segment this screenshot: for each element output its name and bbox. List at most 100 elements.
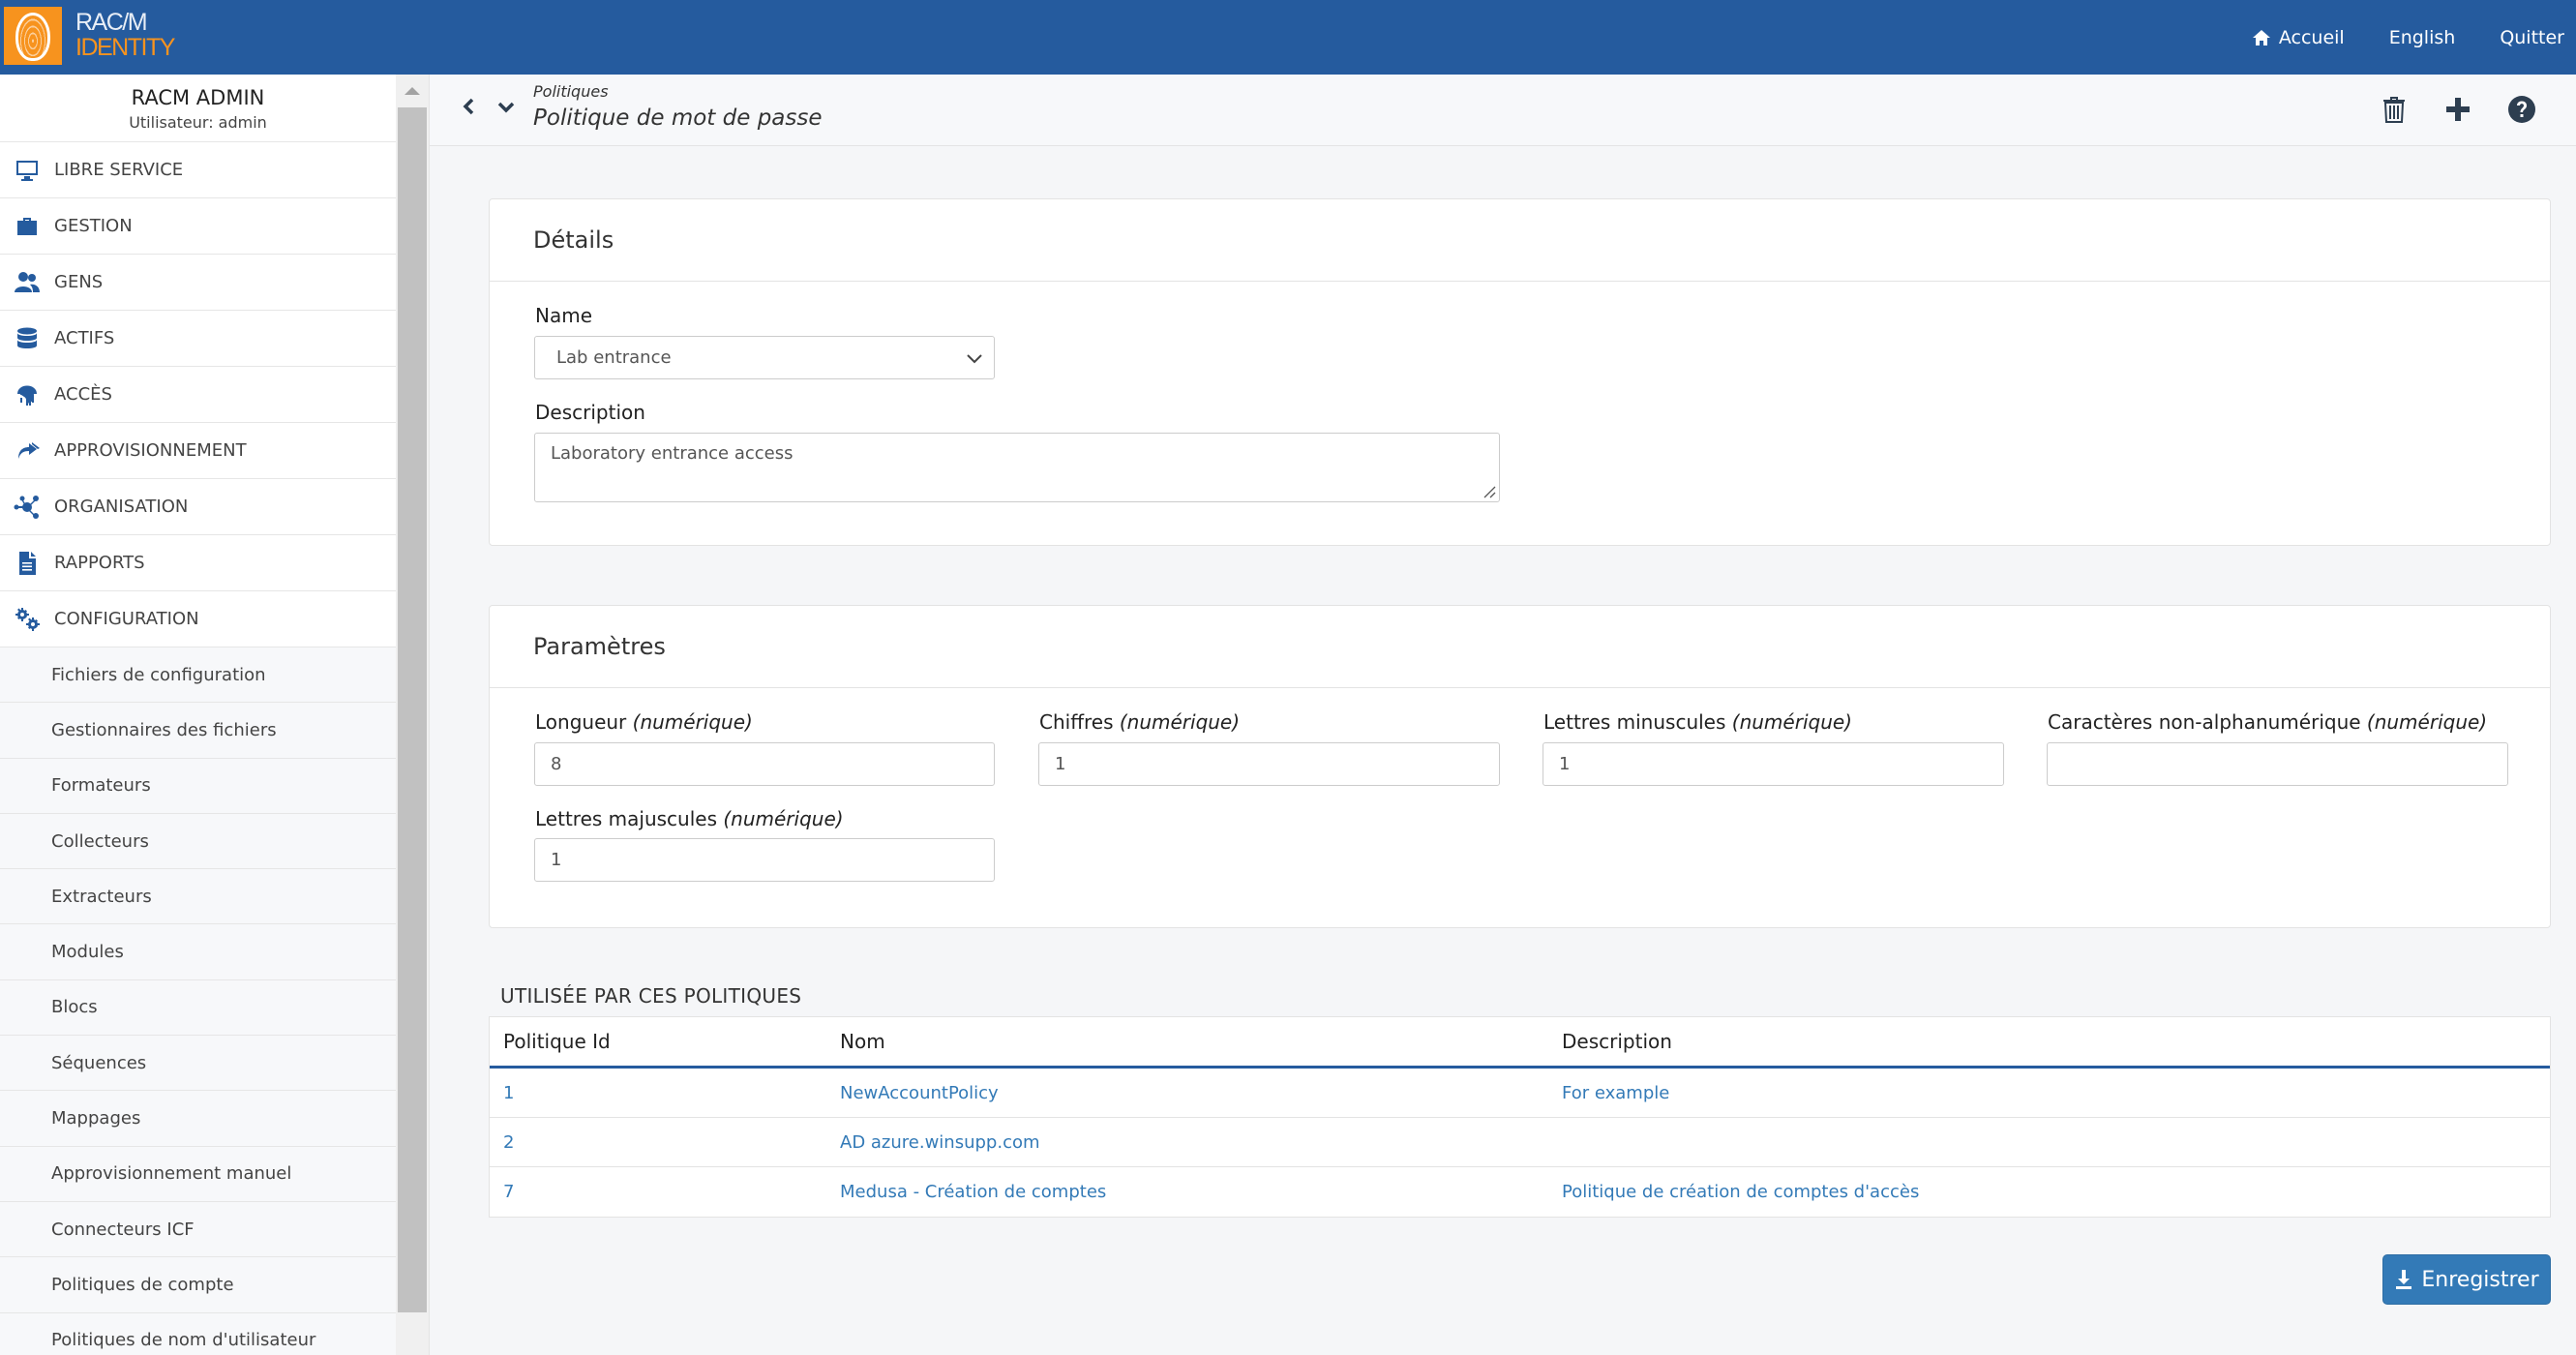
top-bar: RAC/M IDENTITY Accueil English Quitter <box>0 0 2576 75</box>
chevron-down-icon[interactable] <box>495 96 517 117</box>
triangle-up-icon <box>404 87 420 95</box>
sidebar-subitem[interactable]: Connecteurs ICF <box>0 1201 396 1258</box>
sidebar-item-libre-service[interactable]: LIBRE SERVICE <box>0 142 396 198</box>
digits-input[interactable]: 1 <box>1038 742 1500 786</box>
sidebar-subitem[interactable]: Collecteurs <box>0 813 396 870</box>
home-label: Accueil <box>2278 26 2345 48</box>
file-icon <box>0 550 54 577</box>
sidebar: RACM ADMIN Utilisateur: admin LIBRE SERV… <box>0 75 396 1355</box>
page-header: Politiques Politique de mot de passe <box>430 75 2576 146</box>
trash-icon[interactable] <box>2379 94 2410 125</box>
fingerprint-icon <box>0 381 54 408</box>
desktop-icon <box>0 157 54 184</box>
sidebar-item-label: ACCÈS <box>54 384 112 405</box>
policy-name-link[interactable]: NewAccountPolicy <box>840 1083 999 1103</box>
logo-line1: RAC/M <box>75 9 148 36</box>
sidebar-subitem[interactable]: Formateurs <box>0 758 396 814</box>
nonalnum-input[interactable] <box>2047 742 2508 786</box>
length-label: Longueur (numérique) <box>535 710 753 734</box>
sidebar-subitem[interactable]: Politiques de compte <box>0 1257 396 1313</box>
lowercase-input[interactable]: 1 <box>1543 742 2004 786</box>
sidebar-subitem[interactable]: Fichiers de configuration <box>0 647 396 704</box>
policy-id-link[interactable]: 7 <box>503 1182 514 1202</box>
sidebar-item-gestion[interactable]: GESTION <box>0 198 396 255</box>
digits-value: 1 <box>1055 754 1066 774</box>
table-row[interactable]: 7 Medusa - Création de comptes Politique… <box>490 1167 2550 1217</box>
policy-name-link[interactable]: Medusa - Création de comptes <box>840 1182 1106 1202</box>
column-header-description[interactable]: Description <box>1548 1030 2550 1053</box>
page-title: Politique de mot de passe <box>533 105 823 131</box>
policy-name-link[interactable]: AD azure.winsupp.com <box>840 1132 1040 1153</box>
cogs-icon <box>0 606 54 633</box>
sidebar-item-label: APPROVISIONNEMENT <box>54 440 247 461</box>
sidebar-item-gens[interactable]: GENS <box>0 255 396 311</box>
database-icon <box>0 325 54 352</box>
sidebar-subitem[interactable]: Mappages <box>0 1091 396 1147</box>
scroll-thumb[interactable] <box>398 107 427 1312</box>
nav-buttons <box>459 96 517 117</box>
policy-description-link[interactable]: For example <box>1562 1083 1669 1103</box>
language-link[interactable]: English <box>2389 27 2456 48</box>
used-by-table: Politique Id Nom Description 1 NewAccoun… <box>489 1016 2551 1218</box>
sidebar-subitem[interactable]: Séquences <box>0 1036 396 1092</box>
name-select[interactable]: Lab entrance <box>534 336 995 379</box>
sidebar-subitem[interactable]: Blocs <box>0 979 396 1037</box>
description-textarea[interactable]: Laboratory entrance access <box>534 433 1500 502</box>
network-icon <box>0 494 54 521</box>
sidebar-item-label: RAPPORTS <box>54 553 145 573</box>
sidebar-item-label: ACTIFS <box>54 328 115 348</box>
sidebar-subitem[interactable]: Gestionnaires des fichiers <box>0 703 396 759</box>
resize-grip-icon[interactable] <box>1483 485 1496 498</box>
lowercase-label-text: Lettres minuscules <box>1543 710 1726 734</box>
table-row[interactable]: 1 NewAccountPolicy For example <box>490 1069 2550 1118</box>
policy-id-link[interactable]: 1 <box>503 1083 514 1103</box>
description-label: Description <box>535 401 645 424</box>
save-button[interactable]: Enregistrer <box>2382 1254 2551 1305</box>
plus-icon[interactable] <box>2442 94 2473 125</box>
sidebar-subitem[interactable]: Modules <box>0 924 396 980</box>
help-icon[interactable] <box>2506 94 2537 125</box>
logo-text: RAC/M IDENTITY <box>75 9 175 61</box>
policy-id-link[interactable]: 2 <box>503 1132 514 1153</box>
name-select-value: Lab entrance <box>556 347 672 368</box>
breadcrumb[interactable]: Politiques <box>533 82 609 101</box>
nonalnum-label-text: Caractères non-alphanumérique <box>2048 710 2361 734</box>
name-label: Name <box>535 304 593 327</box>
sidebar-subitem[interactable]: Politiques de nom d'utilisateur <box>0 1312 396 1355</box>
page-actions <box>2379 94 2537 125</box>
policy-description-link[interactable]: Politique de création de comptes d'accès <box>1562 1182 1919 1202</box>
sidebar-item-organisation[interactable]: ORGANISATION <box>0 479 396 535</box>
user-login: Utilisateur: admin <box>129 113 267 132</box>
chevron-left-icon[interactable] <box>459 96 480 117</box>
sidebar-item-acces[interactable]: ACCÈS <box>0 367 396 423</box>
sidebar-subitem[interactable]: Approvisionnement manuel <box>0 1146 396 1202</box>
uppercase-input[interactable]: 1 <box>534 838 995 882</box>
parameters-card: Paramètres Longueur (numérique) 8 Chiffr… <box>489 605 2551 928</box>
digits-label: Chiffres (numérique) <box>1039 710 1240 734</box>
sidebar-item-label: GESTION <box>54 216 133 236</box>
share-icon <box>0 437 54 465</box>
user-name: RACM ADMIN <box>131 86 265 109</box>
sidebar-subitem[interactable]: Extracteurs <box>0 869 396 925</box>
sidebar-item-approvisionnement[interactable]: APPROVISIONNEMENT <box>0 423 396 479</box>
home-link[interactable]: Accueil <box>2252 27 2345 48</box>
lowercase-label: Lettres minuscules (numérique) <box>1543 710 1852 734</box>
home-icon <box>2252 29 2270 45</box>
table-row[interactable]: 2 AD azure.winsupp.com <box>490 1118 2550 1167</box>
sidebar-scrollbar[interactable] <box>396 75 429 1355</box>
sidebar-item-configuration[interactable]: CONFIGURATION <box>0 591 396 647</box>
column-header-name[interactable]: Nom <box>826 1030 1548 1053</box>
column-header-id[interactable]: Politique Id <box>490 1030 826 1053</box>
nonalnum-label: Caractères non-alphanumérique (numérique… <box>2048 710 2487 734</box>
uppercase-label-text: Lettres majuscules <box>535 807 717 830</box>
sidebar-item-rapports[interactable]: RAPPORTS <box>0 535 396 591</box>
description-value: Laboratory entrance access <box>551 443 794 464</box>
sidebar-item-label: LIBRE SERVICE <box>54 160 184 180</box>
scroll-up-button[interactable] <box>396 75 429 107</box>
length-input[interactable]: 8 <box>534 742 995 786</box>
users-icon <box>0 269 54 296</box>
logo-line2: IDENTITY <box>75 34 175 61</box>
sidebar-item-actifs[interactable]: ACTIFS <box>0 311 396 367</box>
user-info: RACM ADMIN Utilisateur: admin <box>0 75 396 142</box>
quit-link[interactable]: Quitter <box>2500 27 2564 48</box>
